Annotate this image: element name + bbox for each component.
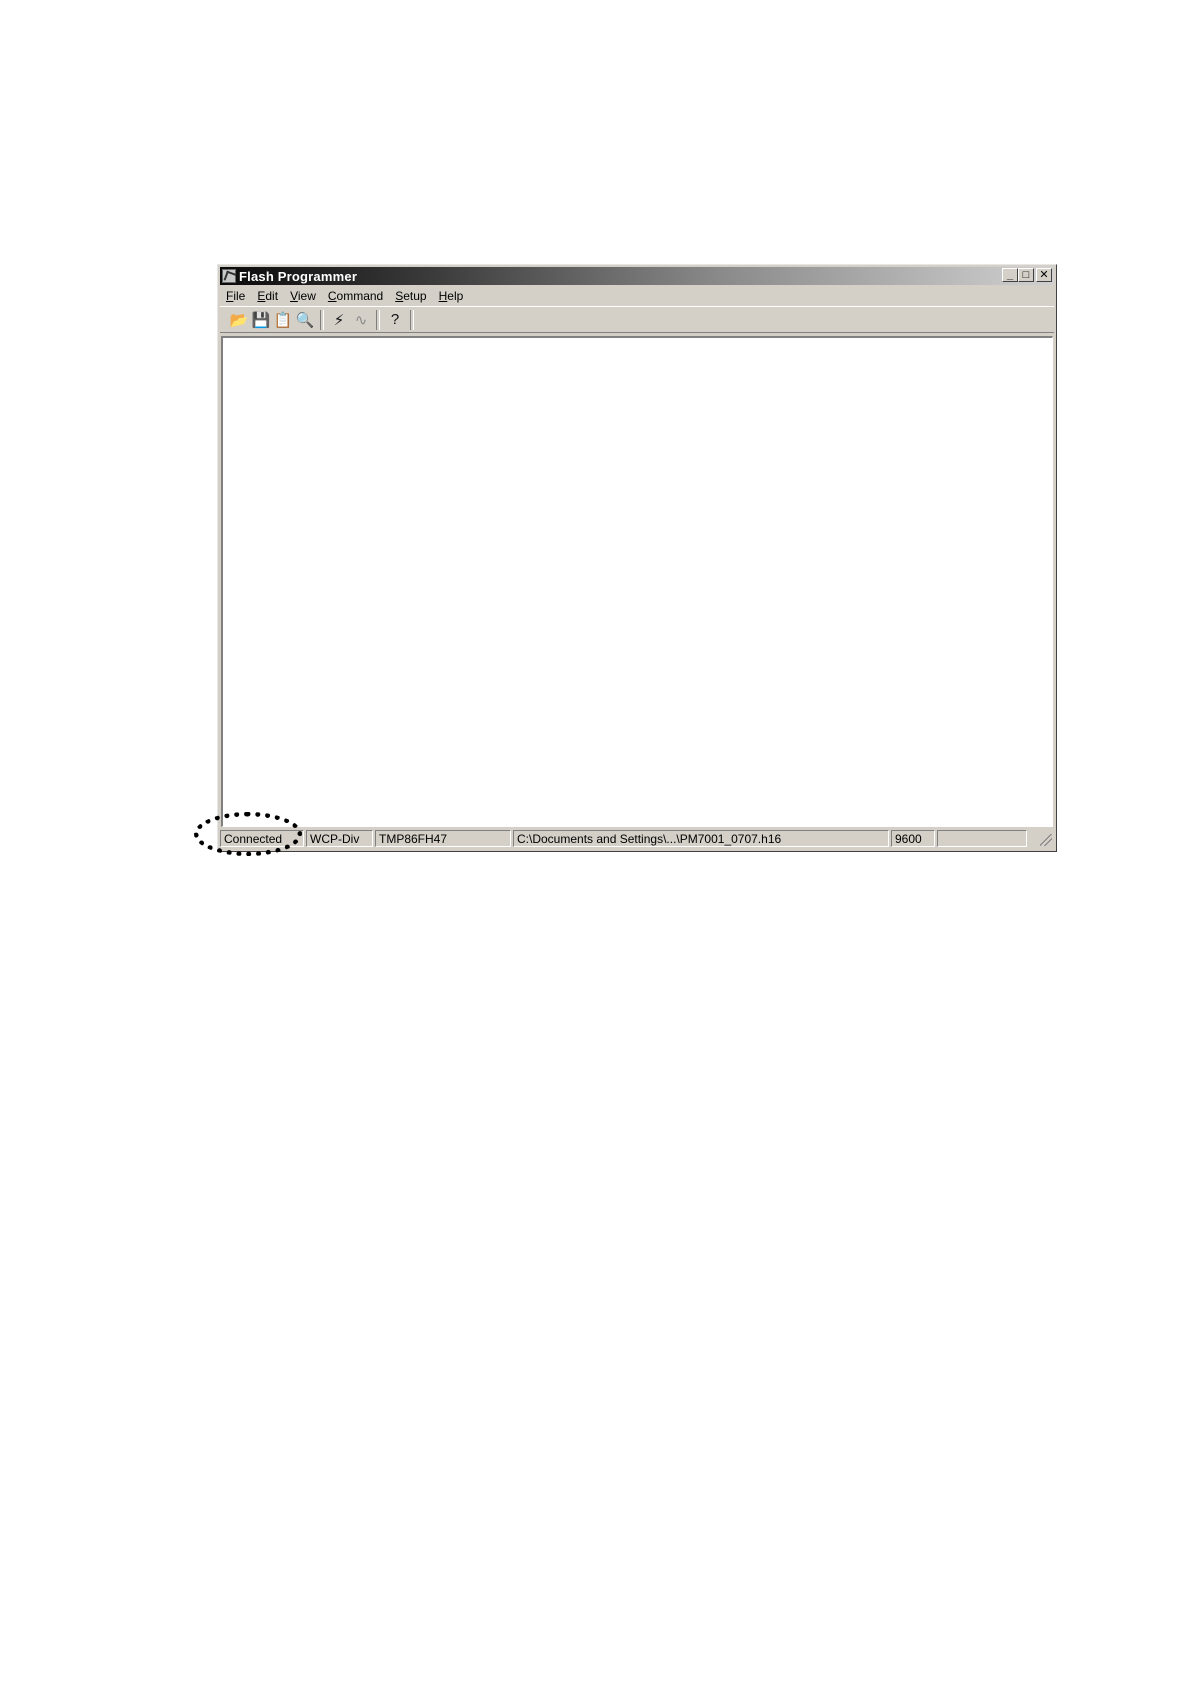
menu-file[interactable]: File [220,289,251,303]
window-title: Flash Programmer [239,268,358,284]
open-file-icon[interactable]: 📂 [228,310,250,330]
close-button[interactable]: ✕ [1036,268,1052,282]
program-icon[interactable]: ⚡ [328,310,350,330]
status-bar: Connected WCP-Div TMP86FH47 C:\Documents… [220,830,1054,849]
status-baud-rate: 9600 [891,830,935,847]
toolbar-separator [376,309,380,330]
flash-programmer-window: Flash Programmer _ □ ✕ File Edit View Co… [217,264,1057,852]
title-bar[interactable]: Flash Programmer _ □ ✕ [220,267,1054,285]
connected-highlight-annotation [194,812,302,856]
status-extra [937,830,1027,847]
status-file-path: C:\Documents and Settings\...\PM7001_070… [513,830,889,847]
menu-view[interactable]: View [284,289,322,303]
maximize-button[interactable]: □ [1018,268,1034,282]
menu-bar: File Edit View Command Setup Help [220,286,1054,305]
menu-setup[interactable]: Setup [389,289,432,303]
toolbar: 📂 💾 📋 🔍 ⚡ ∿ ? [220,306,1054,333]
menu-help[interactable]: Help [433,289,470,303]
status-mode: WCP-Div [306,830,373,847]
minimize-button[interactable]: _ [1002,268,1018,282]
wave-icon[interactable]: ∿ [350,310,372,330]
view-icon[interactable]: 🔍 [294,310,316,330]
resize-grip-icon[interactable] [1040,830,1054,847]
caption-buttons: _ □ ✕ [1002,268,1052,282]
client-area[interactable] [221,336,1053,827]
menu-edit[interactable]: Edit [251,289,284,303]
status-device: TMP86FH47 [375,830,511,847]
save-icon[interactable]: 💾 [250,310,272,330]
app-icon[interactable] [222,269,236,283]
help-icon[interactable]: ? [384,310,406,330]
toolbar-separator [410,309,414,330]
toolbar-separator [320,309,324,330]
properties-icon[interactable]: 📋 [272,310,294,330]
menu-command[interactable]: Command [322,289,389,303]
